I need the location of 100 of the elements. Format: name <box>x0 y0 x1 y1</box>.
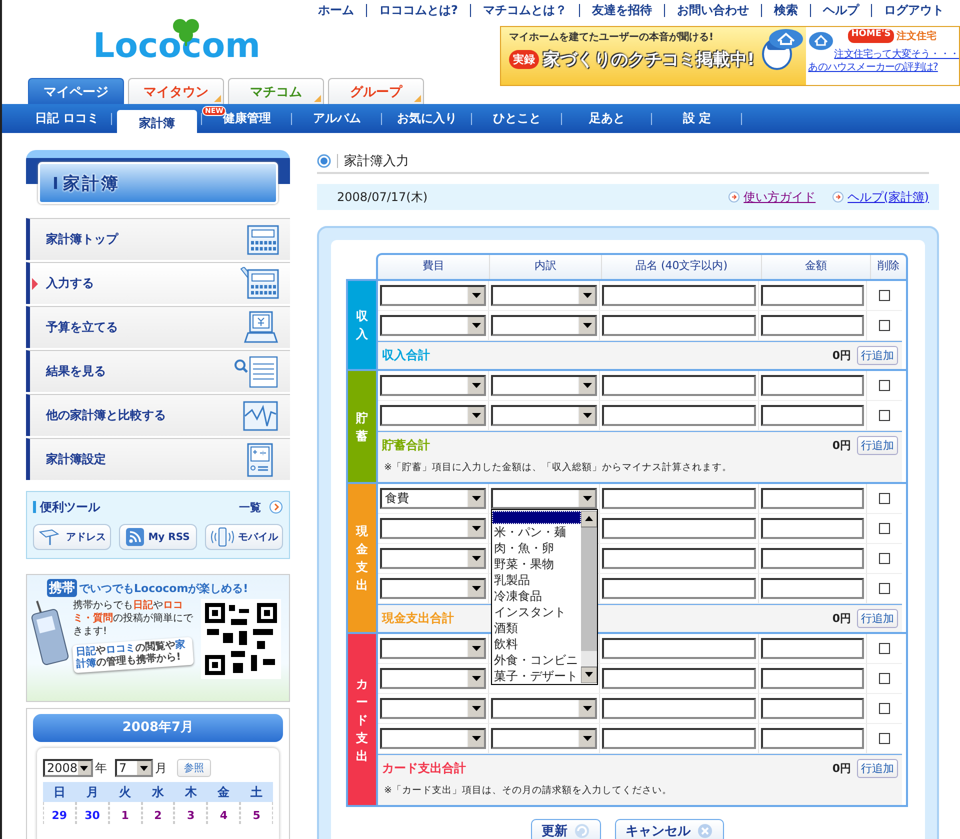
category-select[interactable] <box>380 315 486 336</box>
tool-button[interactable]: My RSS <box>119 524 197 550</box>
sub-nav-tab[interactable]: 足あと <box>585 108 629 130</box>
delete-checkbox[interactable] <box>879 493 890 504</box>
help-link[interactable]: ヘルプ(家計簿) <box>848 188 929 206</box>
amount-field[interactable] <box>761 518 864 539</box>
dropdown-option[interactable]: 酒類 <box>492 620 581 636</box>
form-button[interactable]: 更新 <box>530 819 600 839</box>
amount-field[interactable] <box>761 728 864 749</box>
delete-checkbox[interactable] <box>879 290 890 301</box>
subcategory-select[interactable] <box>491 315 597 336</box>
amount-field[interactable] <box>761 548 864 569</box>
sub-nav-tab[interactable]: 日記 ロコミ <box>30 108 104 130</box>
add-row-button[interactable]: 行追加 <box>857 759 898 778</box>
delete-checkbox[interactable] <box>879 643 890 654</box>
list-link[interactable]: 一覧 <box>239 500 261 514</box>
top-nav-link[interactable]: お問い合わせ <box>664 4 761 17</box>
sub-nav-tab[interactable]: お気に入り <box>393 108 461 130</box>
category-select[interactable] <box>380 405 486 426</box>
add-row-button[interactable]: 行追加 <box>857 436 898 455</box>
calendar-day[interactable]: 30 <box>84 809 100 822</box>
item-name-field[interactable] <box>602 548 756 569</box>
banner-link[interactable]: 注文住宅って大変そう・・・ <box>834 48 959 61</box>
month-select[interactable]: 7 <box>115 759 153 777</box>
amount-field[interactable] <box>761 405 864 426</box>
banner-link[interactable]: あのハウスメーカーの評判は? <box>808 61 959 74</box>
category-select[interactable] <box>380 375 486 396</box>
main-tab[interactable]: マイタウン <box>128 78 224 104</box>
subcategory-select[interactable] <box>491 728 597 749</box>
add-row-button[interactable]: 行追加 <box>857 609 898 628</box>
calendar-day[interactable]: 2 <box>154 809 162 822</box>
year-select[interactable]: 2008 <box>43 759 93 777</box>
item-name-field[interactable] <box>602 488 756 509</box>
top-nav-link[interactable]: ログアウト <box>871 4 956 17</box>
subcategory-select[interactable] <box>491 375 597 396</box>
item-name-field[interactable] <box>602 668 756 689</box>
delete-checkbox[interactable] <box>879 380 890 391</box>
delete-checkbox[interactable] <box>879 733 890 744</box>
subcategory-select[interactable] <box>491 698 597 719</box>
category-select[interactable] <box>380 698 486 719</box>
form-button[interactable]: キャンセル <box>614 819 724 839</box>
amount-field[interactable] <box>761 375 864 396</box>
amount-field[interactable] <box>761 578 864 599</box>
view-button[interactable]: 参照 <box>177 759 211 777</box>
main-tab[interactable]: マチコム <box>228 78 324 104</box>
item-name-field[interactable] <box>602 405 756 426</box>
delete-checkbox[interactable] <box>879 703 890 714</box>
calendar-day[interactable]: 4 <box>220 809 228 822</box>
mobile-banner[interactable]: 携帯 でいつでもLococomが楽しめる! 携帯からでも日記やロコミ・質問の投稿が簡単にできます! 日記やロコミの閲覧や家計簿の管理も携帯から! <box>26 574 290 702</box>
top-nav-link[interactable]: ヘルプ <box>810 4 871 17</box>
subcategory-select[interactable] <box>491 488 597 509</box>
sidebar-menu-item[interactable]: 家計簿設定 <box>26 438 290 480</box>
dropdown-option[interactable]: 飲料 <box>492 636 581 652</box>
sidebar-menu-item[interactable]: 結果を見る <box>26 350 290 392</box>
arrow-circle-icon[interactable] <box>269 500 283 514</box>
delete-checkbox[interactable] <box>879 410 890 421</box>
sidebar-menu-item[interactable]: 家計簿トップ <box>26 218 290 260</box>
dropdown-option[interactable]: 冷凍食品 <box>492 588 581 604</box>
calendar-day[interactable]: 1 <box>121 809 129 822</box>
amount-field[interactable] <box>761 638 864 659</box>
delete-checkbox[interactable] <box>879 320 890 331</box>
sidebar-menu-item[interactable]: 予算を立てる <box>26 306 290 348</box>
amount-field[interactable] <box>761 668 864 689</box>
sub-nav-tab[interactable]: 設 定 <box>678 108 716 130</box>
add-row-button[interactable]: 行追加 <box>857 346 898 365</box>
amount-field[interactable] <box>761 698 864 719</box>
top-nav-link[interactable]: マチコムとは？ <box>470 4 579 17</box>
dropdown-option[interactable]: 菓子・デザート <box>492 668 581 684</box>
item-name-field[interactable] <box>602 728 756 749</box>
item-name-field[interactable] <box>602 285 756 306</box>
scrollbar[interactable] <box>581 511 597 683</box>
help-link[interactable]: 使い方ガイド <box>744 188 816 206</box>
category-select[interactable] <box>380 518 486 539</box>
item-name-field[interactable] <box>602 518 756 539</box>
category-select[interactable] <box>380 578 486 599</box>
ad-banner[interactable]: マイホームを建てたユーザーの本音が聞ける! 実録 家づくりのクチコミ掲載中! HOME'S 注文住宅 注文住宅って大変そう・・・ あのハウスメーカーの評判は? <box>500 26 960 86</box>
sidebar-menu-item[interactable]: 他の家計簿と比較する <box>26 394 290 436</box>
delete-checkbox[interactable] <box>879 553 890 564</box>
tool-button[interactable]: アドレス <box>33 524 111 550</box>
delete-checkbox[interactable] <box>879 583 890 594</box>
delete-checkbox[interactable] <box>879 523 890 534</box>
category-select[interactable] <box>380 638 486 659</box>
item-name-field[interactable] <box>602 375 756 396</box>
sidebar-menu-item[interactable]: 入力する <box>26 262 290 304</box>
top-nav-link[interactable]: 友達を招待 <box>579 4 664 17</box>
dropdown-option[interactable]: 外食・コンビニ <box>492 652 581 668</box>
dropdown-option[interactable]: 米・パン・麺 <box>492 524 581 540</box>
calendar-day[interactable]: 29 <box>52 809 68 822</box>
amount-field[interactable] <box>761 285 864 306</box>
top-nav-link[interactable]: ホーム <box>306 4 366 17</box>
dropdown-option[interactable]: 乳製品 <box>492 572 581 588</box>
delete-checkbox[interactable] <box>879 673 890 684</box>
main-tab[interactable]: マイページ <box>28 78 124 104</box>
item-name-field[interactable] <box>602 578 756 599</box>
dropdown-option[interactable]: 肉・魚・卵 <box>492 540 581 556</box>
category-select[interactable] <box>380 548 486 569</box>
calendar-day[interactable]: 3 <box>187 809 195 822</box>
dropdown-option[interactable]: インスタント <box>492 604 581 620</box>
item-name-field[interactable] <box>602 638 756 659</box>
sub-nav-tab[interactable]: アルバム <box>309 108 365 130</box>
